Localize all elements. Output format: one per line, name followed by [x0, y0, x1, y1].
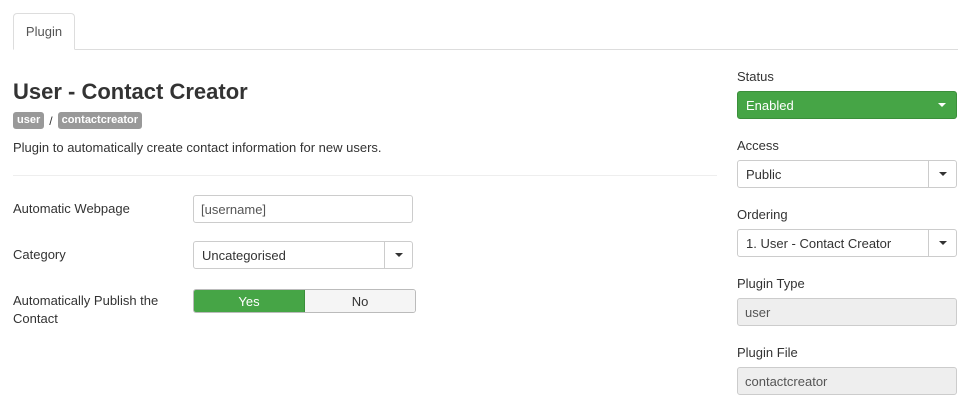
autopublish-label-line1: Automatically Publish the	[13, 293, 159, 308]
status-select[interactable]: Enabled	[737, 91, 957, 119]
status-value: Enabled	[746, 97, 794, 113]
tab-plugin[interactable]: Plugin	[13, 13, 75, 50]
dropdown-caret-icon	[928, 103, 956, 107]
ordering-select[interactable]: 1. User - Contact Creator	[737, 229, 957, 257]
autopublish-no-button[interactable]: No	[305, 290, 415, 312]
plugin-description: Plugin to automatically create contact i…	[13, 140, 382, 155]
category-label: Category	[13, 247, 66, 262]
category-value: Uncategorised	[202, 247, 286, 263]
access-select[interactable]: Public	[737, 160, 957, 188]
automatic-webpage-value: [username]	[201, 201, 267, 217]
status-label: Status	[737, 69, 774, 84]
badge-separator: /	[49, 113, 53, 128]
plugin-type-value: user	[745, 304, 771, 320]
access-label: Access	[737, 138, 779, 153]
autopublish-yes-button[interactable]: Yes	[194, 290, 305, 312]
plugin-file-label: Plugin File	[737, 345, 798, 360]
plugin-file-value: contactcreator	[745, 373, 828, 389]
autopublish-toggle: Yes No	[193, 289, 416, 313]
automatic-webpage-input[interactable]: [username]	[193, 195, 413, 223]
access-value: Public	[746, 166, 782, 182]
plugin-badges: user / contactcreator	[13, 112, 143, 129]
plugin-type-label: Plugin Type	[737, 276, 805, 291]
ordering-value: 1. User - Contact Creator	[746, 235, 892, 251]
page-title: User - Contact Creator	[13, 79, 248, 104]
dropdown-caret-icon	[928, 230, 956, 256]
plugin-type-field: user	[737, 298, 957, 326]
divider	[13, 175, 717, 176]
dropdown-caret-icon	[384, 242, 412, 268]
group-badge: user	[13, 112, 45, 129]
element-badge: contactcreator	[57, 112, 143, 129]
category-select[interactable]: Uncategorised	[193, 241, 413, 269]
autopublish-label-line2: Contact	[13, 311, 58, 326]
dropdown-caret-icon	[928, 161, 956, 187]
tab-bar: Plugin	[13, 13, 958, 50]
plugin-file-field: contactcreator	[737, 367, 957, 395]
ordering-label: Ordering	[737, 207, 788, 222]
automatic-webpage-label: Automatic Webpage	[13, 201, 130, 216]
autopublish-label: Automatically Publish the Contact	[13, 292, 158, 328]
